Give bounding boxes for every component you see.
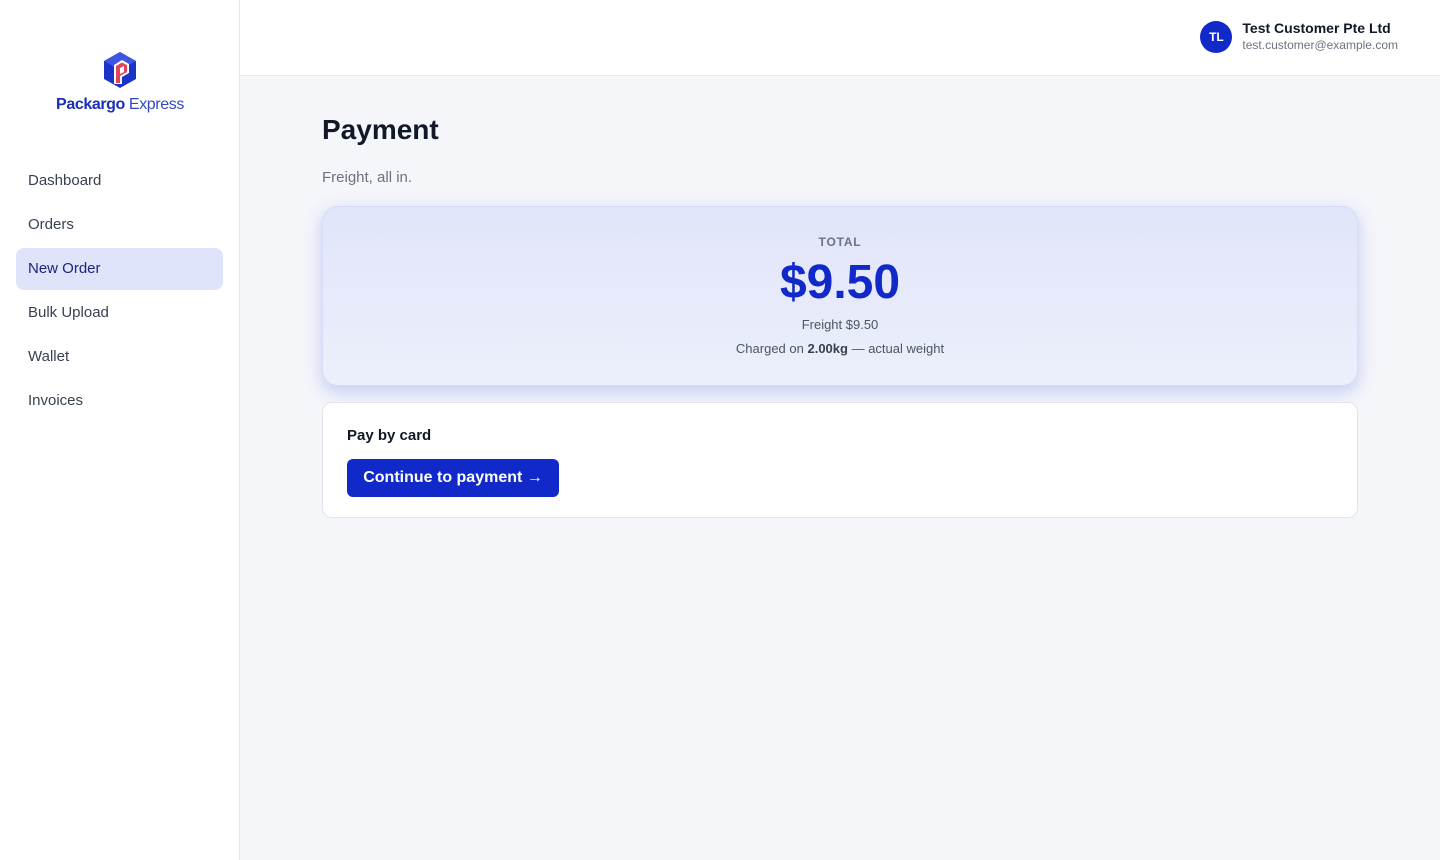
- page-subtitle: Freight, all in.: [322, 169, 413, 186]
- freight-line: Freight $9.50: [801, 317, 879, 332]
- brand-name-light: Express: [124, 96, 184, 113]
- user-menu[interactable]: TL Test Customer Pte Ltd test.customer@e…: [1200, 20, 1398, 54]
- packargo-logo-icon: [104, 52, 136, 88]
- sidebar-item-new-order[interactable]: New Order: [16, 248, 223, 290]
- sidebar-item-orders[interactable]: Orders: [16, 204, 223, 246]
- pay-by-card-panel: Pay by card Continue to payment →: [322, 402, 1358, 518]
- top-header: TL Test Customer Pte Ltd test.customer@e…: [240, 0, 1440, 76]
- charged-suffix: — actual weight: [847, 341, 945, 356]
- sidebar-item-dashboard[interactable]: Dashboard: [16, 160, 223, 202]
- charged-weight-line: Charged on 2.00kg — actual weight: [323, 341, 1357, 356]
- total-amount: $9.50: [779, 256, 901, 309]
- sidebar-nav: Dashboard Orders New Order Bulk Upload W…: [16, 160, 223, 424]
- brand-logo[interactable]: Packargo Express: [0, 50, 240, 114]
- user-name: Test Customer Pte Ltd: [1242, 20, 1391, 36]
- total-label: TOTAL: [818, 235, 862, 249]
- sidebar-item-invoices[interactable]: Invoices: [16, 380, 223, 422]
- user-email: test.customer@example.com: [1242, 38, 1398, 52]
- page-title: Payment: [322, 114, 439, 145]
- total-summary-card: TOTAL $9.50 Freight $9.50 Charged on 2.0…: [322, 206, 1358, 386]
- user-info: Test Customer Pte Ltd test.customer@exam…: [1242, 20, 1398, 54]
- sidebar-item-wallet[interactable]: Wallet: [16, 336, 223, 378]
- charged-prefix: Charged on: [735, 341, 808, 356]
- brand-name: Packargo Express: [56, 96, 184, 114]
- sidebar-item-bulk-upload[interactable]: Bulk Upload: [16, 292, 223, 334]
- pay-by-card-title: Pay by card: [347, 427, 432, 444]
- charged-weight: 2.00kg: [807, 341, 848, 356]
- avatar: TL: [1200, 21, 1233, 53]
- brand-name-strong: Packargo: [56, 96, 125, 113]
- sidebar: Packargo Express Dashboard Orders New Or…: [0, 0, 240, 860]
- continue-to-payment-button[interactable]: Continue to payment →: [347, 459, 559, 497]
